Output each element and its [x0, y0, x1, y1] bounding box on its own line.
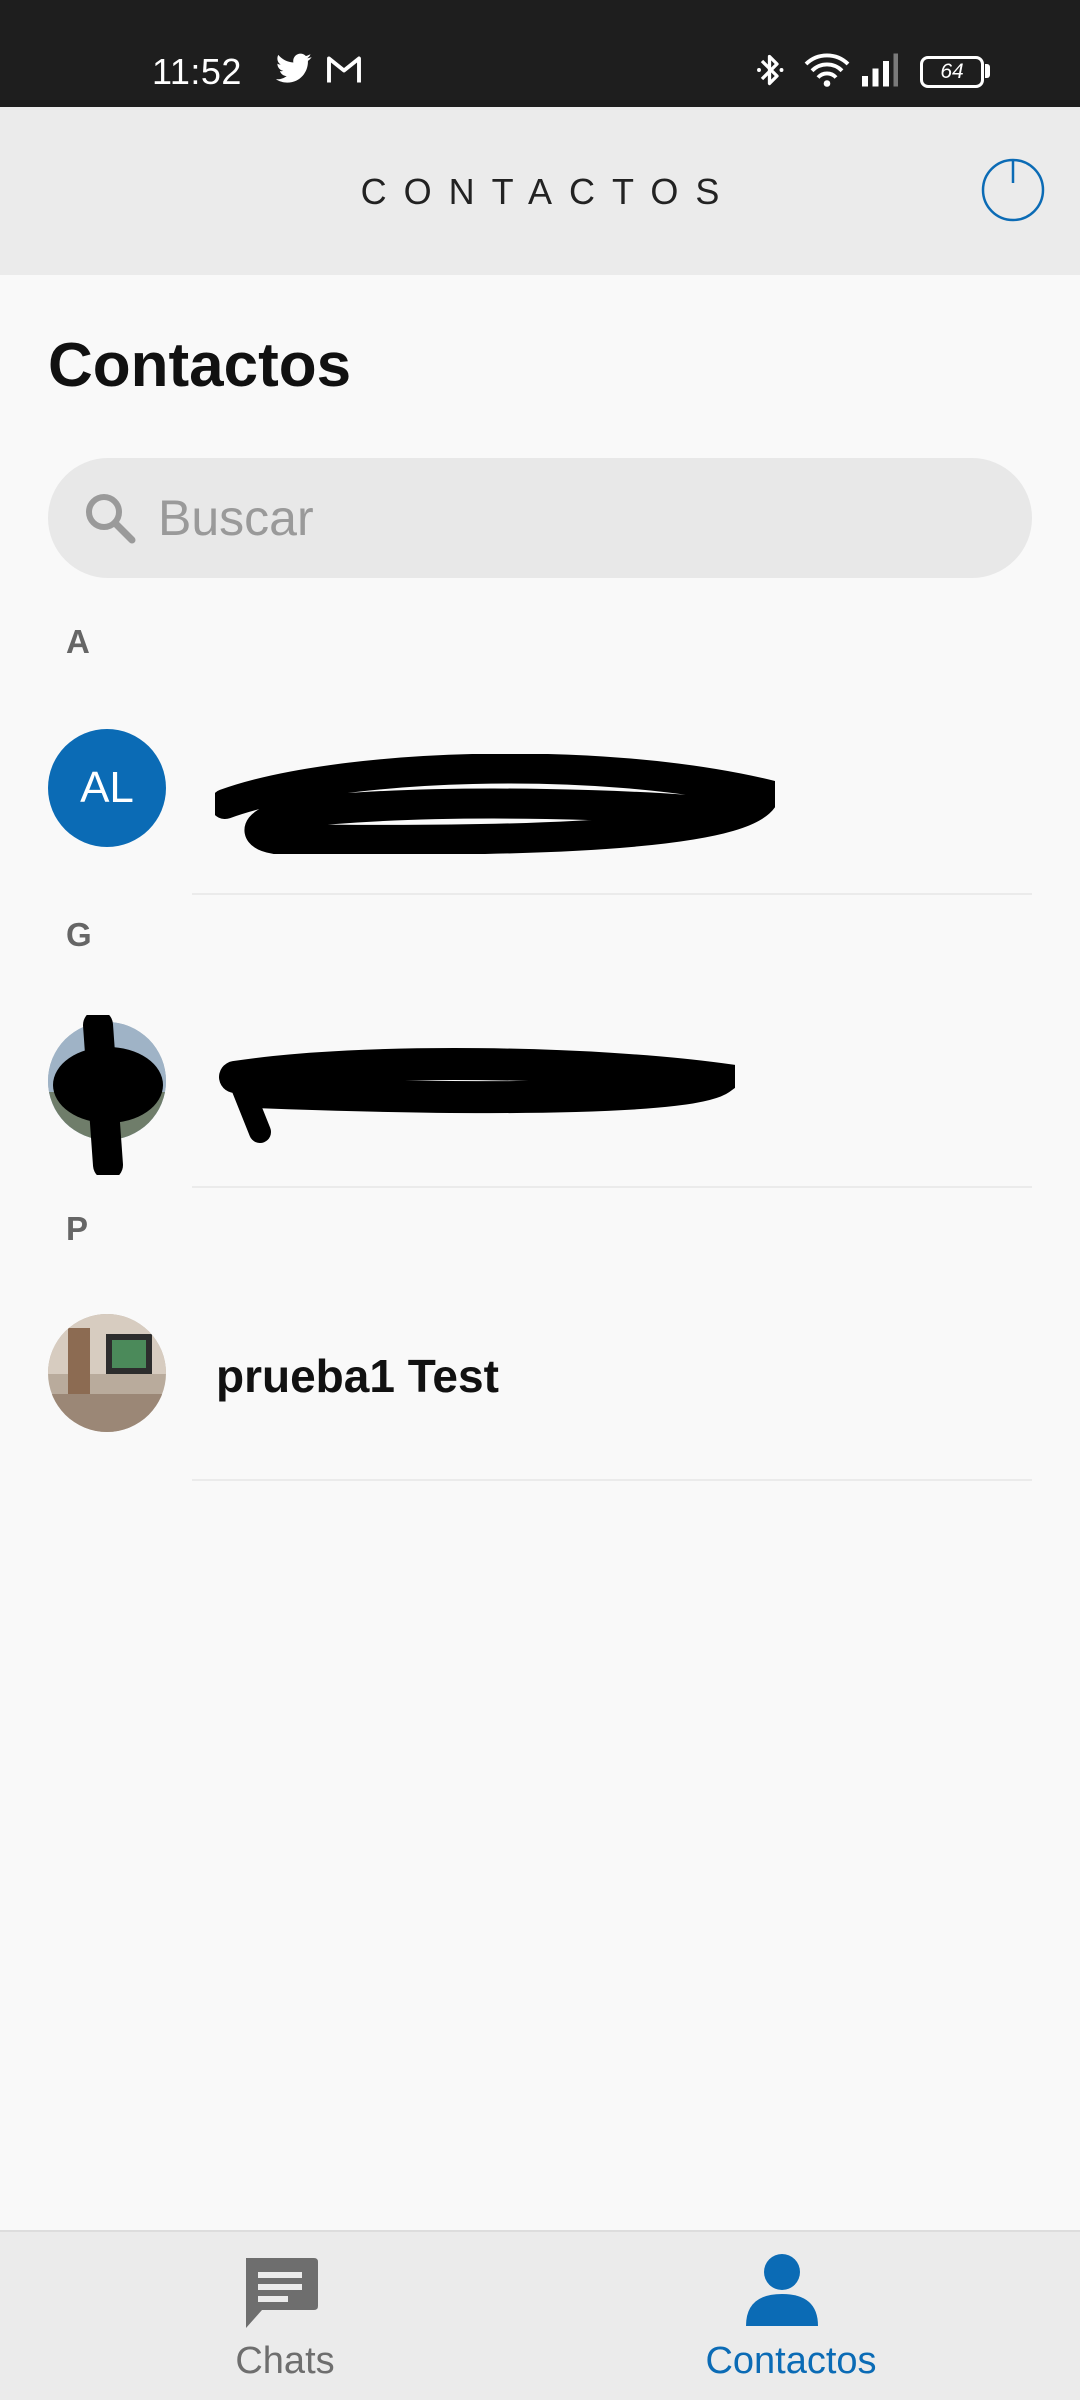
- search-box[interactable]: [48, 458, 1032, 578]
- redaction-scribble: [219, 1048, 735, 1143]
- chat-icon: [240, 2254, 320, 2337]
- redaction-scribble: [215, 754, 775, 854]
- battery-level: 64: [940, 60, 964, 83]
- avatar: AL: [48, 729, 166, 847]
- app-header: CONTACTOS: [0, 107, 1080, 275]
- tab-contactos[interactable]: Contactos: [521, 2232, 1061, 2400]
- bluetooth-icon: [756, 52, 786, 88]
- contact-row[interactable]: [0, 965, 1080, 1195]
- status-time: 11:52: [152, 51, 242, 92]
- page-title: Contactos: [48, 331, 352, 400]
- signal-icon: [860, 52, 900, 88]
- row-divider: [192, 893, 1032, 895]
- avatar: [48, 1314, 166, 1432]
- section-header-g: G: [66, 916, 92, 953]
- person-icon: [744, 2250, 820, 2331]
- tab-chats-label: Chats: [235, 2340, 335, 2382]
- section-header-p: P: [66, 1210, 89, 1247]
- contact-row[interactable]: AL: [0, 672, 1080, 902]
- search-icon: [80, 488, 140, 553]
- power-icon: [981, 158, 1045, 222]
- status-bar: 11:52 64: [0, 0, 1080, 107]
- row-divider: [192, 1479, 1032, 1481]
- wifi-icon: [804, 52, 850, 88]
- contact-name: prueba1 Test: [216, 1350, 499, 1402]
- gmail-icon: [326, 52, 362, 86]
- tab-contactos-label: Contactos: [705, 2340, 877, 2382]
- contact-row[interactable]: prueba1 Test: [0, 1257, 1080, 1487]
- header-title: CONTACTOS: [360, 171, 737, 212]
- battery-tip: [985, 64, 990, 78]
- redaction-scribble: [53, 1015, 163, 1175]
- search-input[interactable]: [158, 478, 978, 558]
- twitter-icon: [275, 52, 313, 86]
- battery-icon: 64: [920, 56, 984, 88]
- power-button[interactable]: [980, 157, 1046, 223]
- tab-chats[interactable]: Chats: [15, 2232, 555, 2400]
- app-screen: 11:52 64 CONTACTOS Contactos Buscar A AL…: [0, 0, 1080, 2400]
- row-divider: [192, 1186, 1032, 1188]
- bottom-nav: Chats Contactos: [0, 2230, 1080, 2400]
- section-header-a: A: [66, 623, 90, 660]
